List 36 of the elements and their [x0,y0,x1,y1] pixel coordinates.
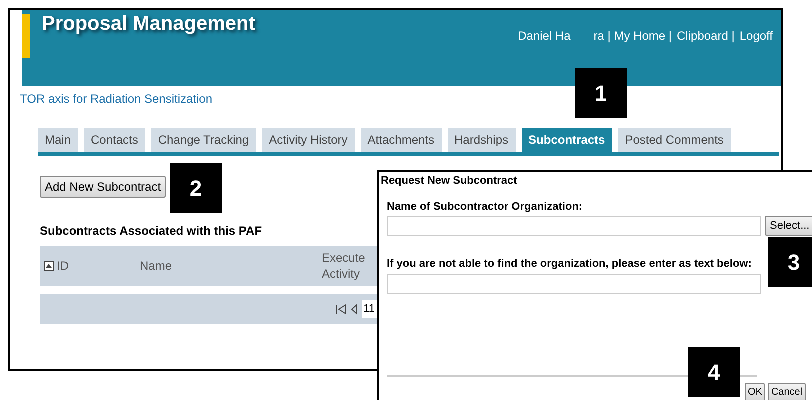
header-link[interactable]: ra | My Home | [594,27,672,45]
logo-icon [22,14,30,58]
ok-button[interactable]: OK [745,382,766,400]
column-header[interactable]: ID [57,257,69,275]
previous-page-icon[interactable] [350,304,358,314]
tab[interactable]: Contacts [84,128,146,152]
cancel-button[interactable]: Cancel [768,382,806,400]
header-link[interactable]: Daniel Ha [518,27,571,45]
tab[interactable]: Subcontracts [522,128,612,152]
organization-text-field[interactable] [387,274,761,294]
column-header[interactable]: Name [140,257,322,275]
dialog-title: Request New Subcontract [381,174,518,189]
callout-number: 4 [688,347,740,397]
first-page-icon[interactable] [336,304,347,314]
tab[interactable]: Change Tracking [151,128,256,152]
sort-icon[interactable] [44,261,54,271]
select-button[interactable]: Select... [765,216,812,236]
tab[interactable]: Main [38,128,78,152]
breadcrumb-link[interactable]: TOR axis for Radiation Sensitization [20,90,213,108]
header-link[interactable]: Logoff [740,27,773,45]
field-label: If you are not able to find the organization, please enter as text below: [387,257,752,272]
tab[interactable]: Attachments [360,128,442,152]
field-label: Name of Subcontractor Organization: [387,200,583,214]
header-link[interactable]: Clipboard | [677,27,735,45]
callout-number: 1 [575,68,627,118]
section-title: Subcontracts Associated with this PAF [40,223,262,240]
organization-field[interactable] [387,216,761,236]
column-header[interactable]: Execute Activity [322,250,372,282]
callout-number: 3 [768,237,812,287]
page-number-field[interactable]: 11 [362,300,377,318]
tab[interactable]: Posted Comments [618,128,731,152]
add-subcontract-button[interactable]: Add New Subcontract [40,176,166,198]
callout-number: 2 [170,163,222,213]
tab[interactable]: Activity History [262,128,355,152]
app-title: Proposal Management [42,12,256,36]
tab[interactable]: Hardships [448,128,516,152]
